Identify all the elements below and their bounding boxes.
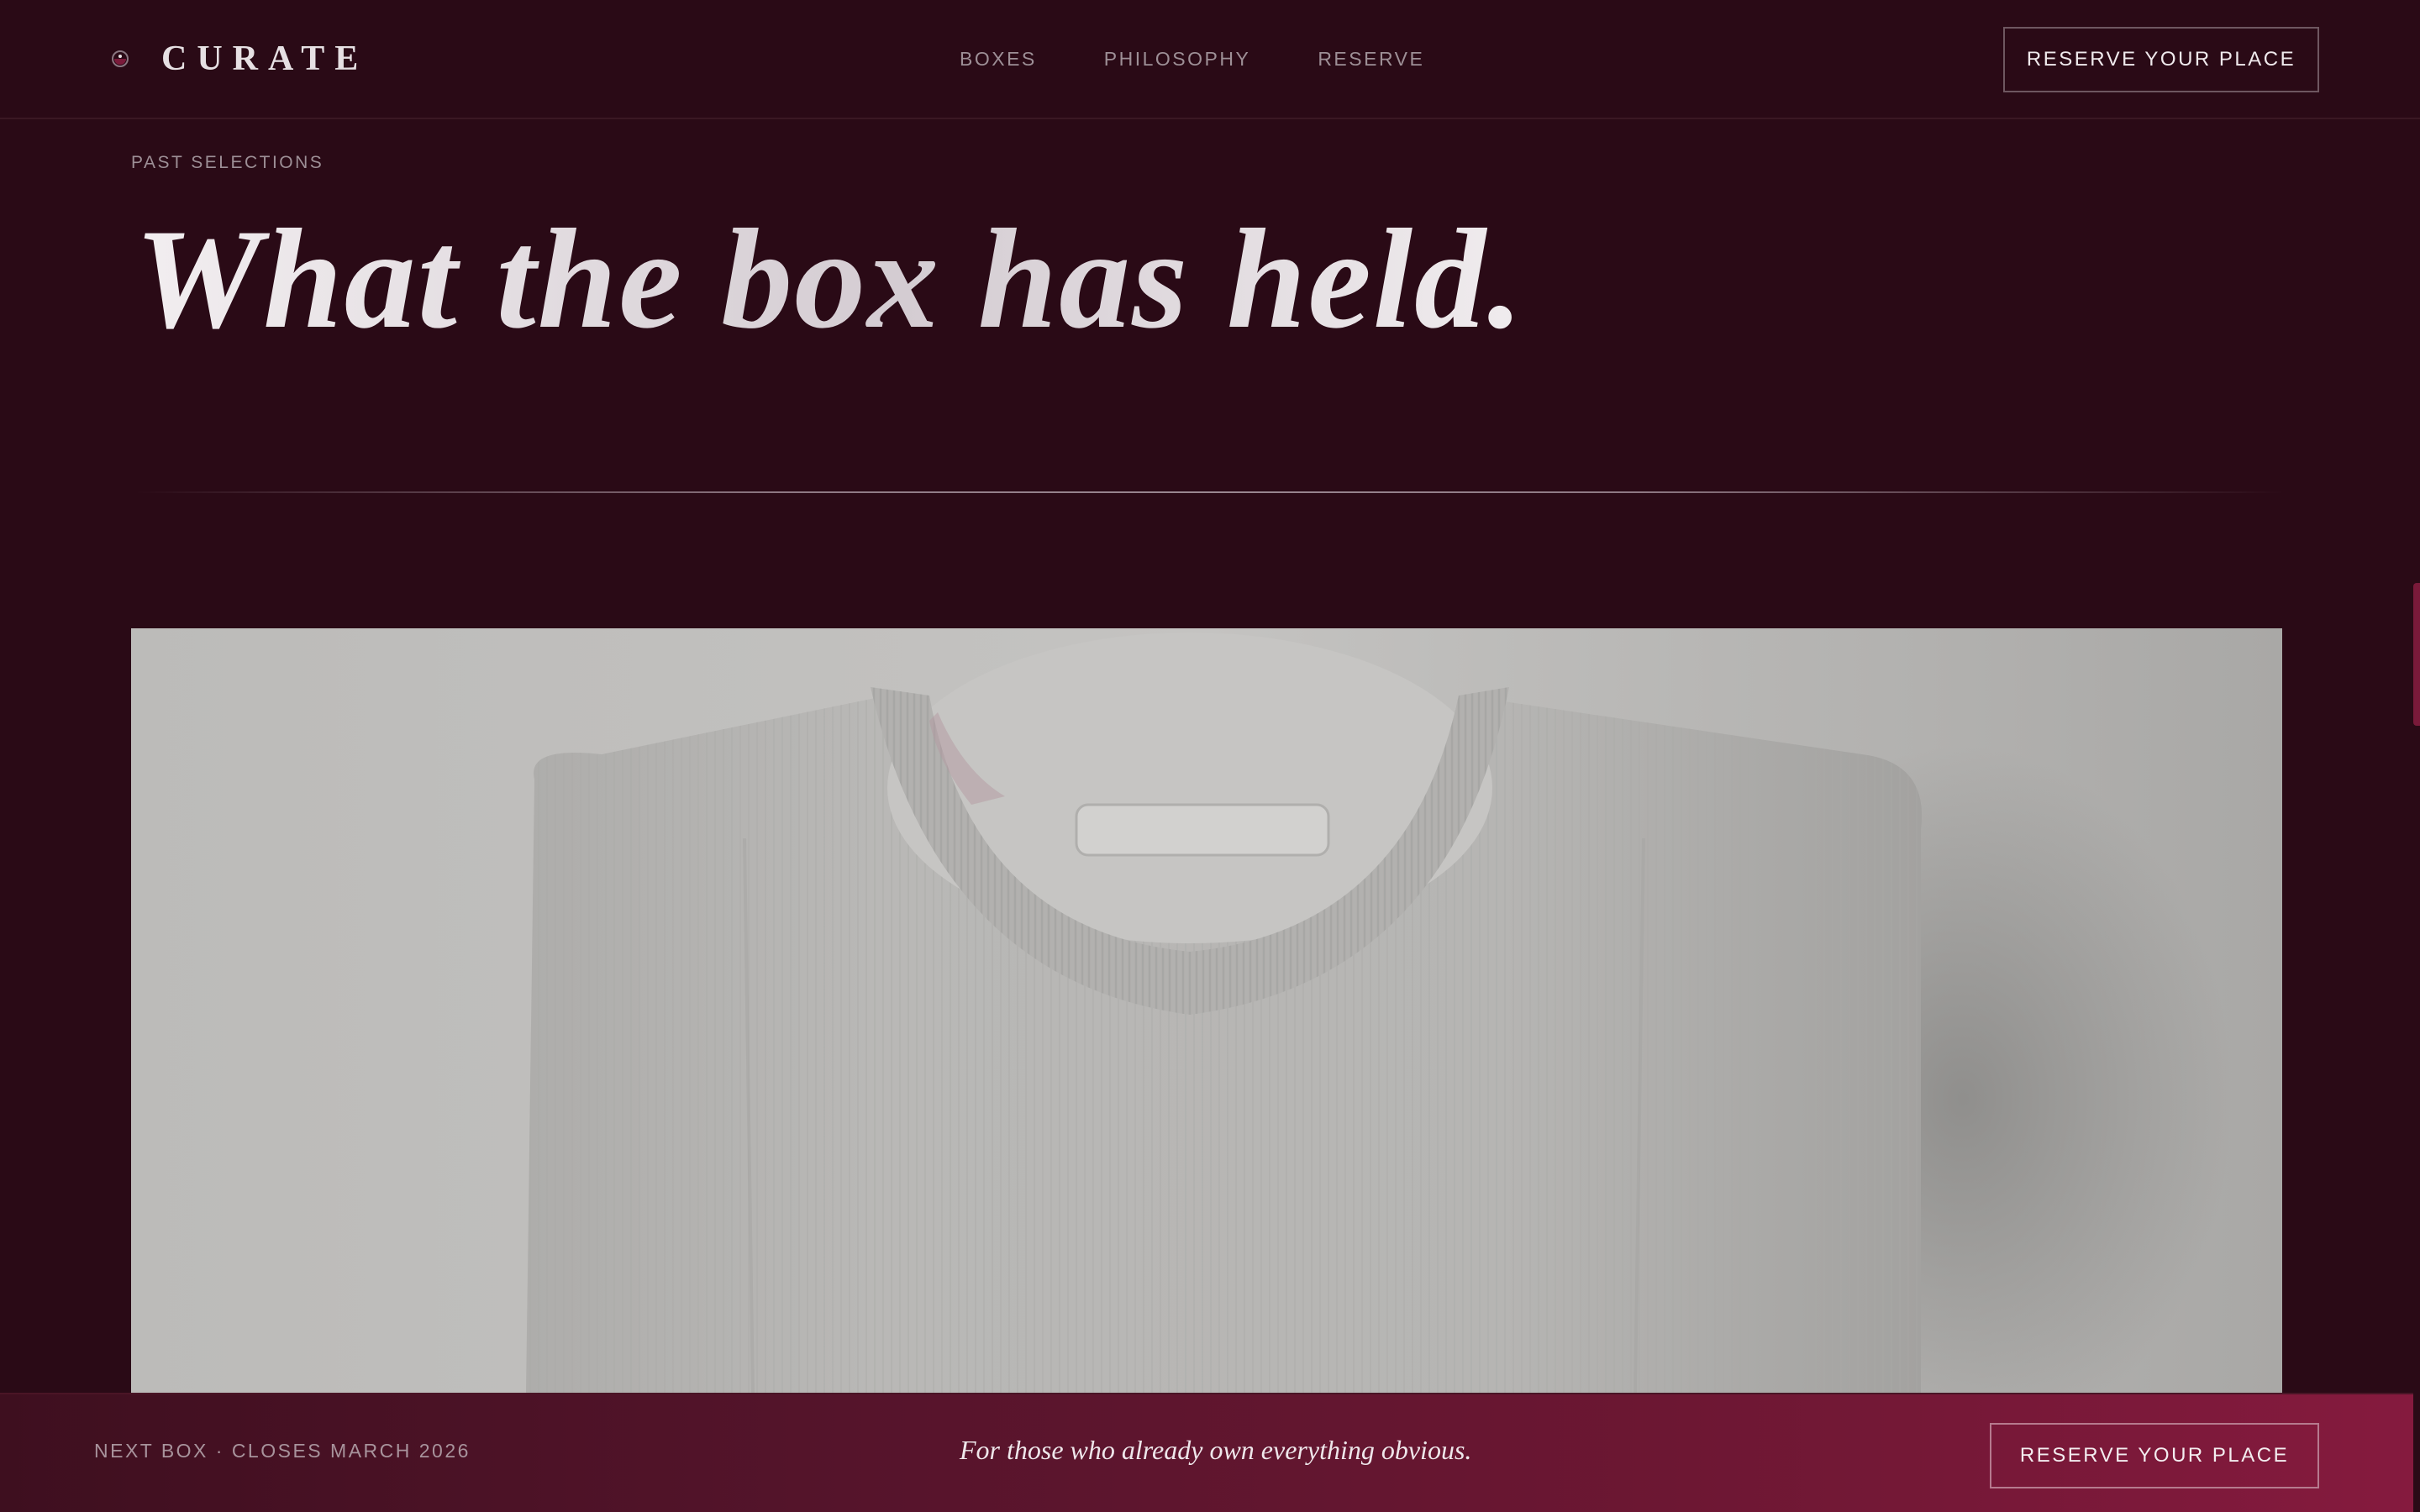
nav-link-boxes[interactable]: BOXES bbox=[960, 44, 1037, 74]
nav-link-philosophy[interactable]: PHILOSOPHY bbox=[1104, 44, 1251, 74]
feature-image bbox=[131, 628, 2282, 1393]
bar-reserve-button[interactable]: RESERVE YOUR PLACE bbox=[1990, 1423, 2319, 1488]
page-title: What the box has held. bbox=[134, 195, 1525, 363]
brand-name: CURATE bbox=[161, 39, 369, 78]
site-header: CURATE BOXES PHILOSOPHY RESERVE RESERVE … bbox=[0, 0, 2420, 119]
folded-sweater-photo-icon bbox=[131, 628, 2282, 1393]
divider bbox=[134, 491, 2286, 493]
bar-tagline: For those who already own everything obv… bbox=[960, 1435, 1472, 1465]
scrollbar-thumb[interactable] bbox=[2413, 583, 2420, 726]
sticky-reserve-bar: NEXT BOX · CLOSES MARCH 2026 For those w… bbox=[0, 1393, 2413, 1512]
header-reserve-button[interactable]: RESERVE YOUR PLACE bbox=[2003, 27, 2319, 92]
brand-logo-link[interactable]: CURATE bbox=[109, 39, 368, 79]
main-nav: BOXES PHILOSOPHY RESERVE bbox=[960, 44, 1424, 74]
brand-mark-icon bbox=[109, 48, 131, 70]
section-eyebrow: PAST SELECTIONS bbox=[131, 153, 324, 172]
next-box-note: NEXT BOX · CLOSES MARCH 2026 bbox=[94, 1440, 471, 1462]
nav-link-reserve[interactable]: RESERVE bbox=[1318, 44, 1424, 74]
